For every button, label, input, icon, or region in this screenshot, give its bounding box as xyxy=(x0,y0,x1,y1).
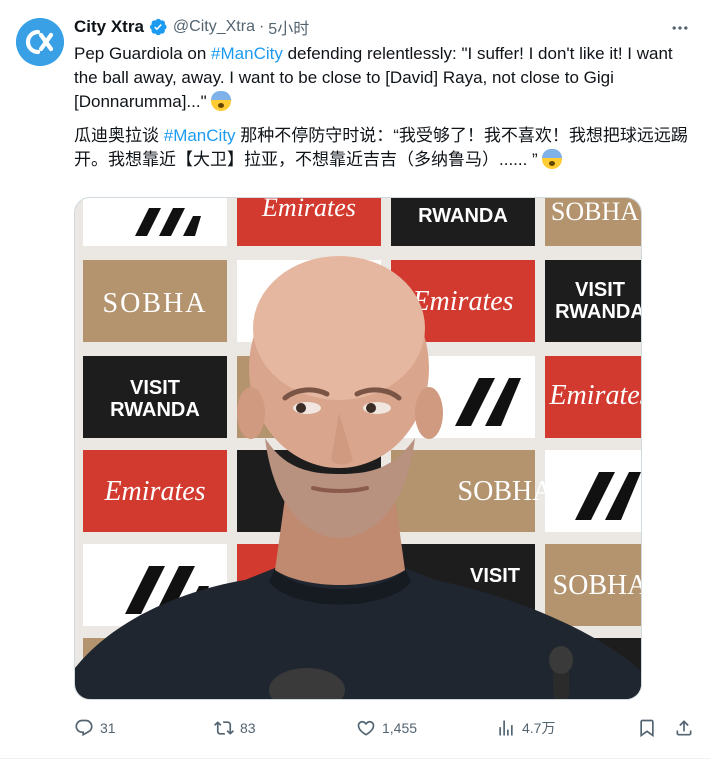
backdrop-label: RWANDA xyxy=(418,205,508,227)
backdrop-label: VISIT xyxy=(130,377,180,399)
retweet-icon xyxy=(214,721,234,735)
tweet-card[interactable]: City Xtra @City_Xtra · 5小时 Pep Guardiola… xyxy=(0,0,710,759)
views-button[interactable]: 4.7万 xyxy=(496,713,555,743)
city-xtra-logo-icon xyxy=(16,18,64,66)
like-button[interactable]: 1,455 xyxy=(356,713,417,743)
backdrop-label: SOBHA xyxy=(553,570,642,601)
bookmark-icon xyxy=(640,719,654,738)
tweet-actions-bar: 31 83 1,455 4.7万 xyxy=(74,713,698,743)
reply-count: 31 xyxy=(100,720,116,736)
backdrop-label: Emirates xyxy=(103,476,205,507)
share-button[interactable] xyxy=(674,713,694,743)
author-handle[interactable]: @City_Xtra xyxy=(173,18,255,36)
tweet-photo[interactable]: Emirates RWANDA SOBHA SOBHA Emirates VIS… xyxy=(74,197,642,700)
author-name[interactable]: City Xtra xyxy=(74,17,144,37)
tweet-text-segment: Pep Guardiola on xyxy=(74,44,212,63)
backdrop-label: Emirates xyxy=(411,286,513,317)
hashtag-link[interactable]: #ManCity xyxy=(211,44,283,63)
like-count: 1,455 xyxy=(382,720,418,736)
backdrop-label: VISIT xyxy=(575,279,625,301)
press-conference-photo: Emirates RWANDA SOBHA SOBHA Emirates VIS… xyxy=(75,198,642,699)
views-count: 4.7万 xyxy=(522,720,556,736)
backdrop-label: RWANDA xyxy=(110,399,200,421)
retweet-button[interactable]: 83 xyxy=(214,713,256,743)
share-icon xyxy=(676,720,692,736)
heart-icon xyxy=(357,720,375,736)
backdrop-label: RWANDA xyxy=(555,301,642,323)
backdrop-label: VISIT xyxy=(470,565,520,587)
backdrop-label: SOBHA xyxy=(458,476,554,507)
anxious-face-emoji-icon xyxy=(541,149,562,169)
more-options-icon[interactable] xyxy=(668,16,692,40)
bookmark-button[interactable] xyxy=(637,713,657,743)
backdrop-label: SOBHA xyxy=(103,288,208,319)
retweet-count: 83 xyxy=(240,720,256,736)
backdrop-label: SOBHA xyxy=(551,198,639,226)
tweet-header: City Xtra @City_Xtra · 5小时 xyxy=(74,14,694,40)
tweet-text-english: Pep Guardiola on #ManCity defending rele… xyxy=(74,42,694,114)
backdrop-label: Emirates xyxy=(548,380,642,411)
avatar[interactable] xyxy=(16,18,64,66)
separator-dot: · xyxy=(258,18,265,35)
reply-button[interactable]: 31 xyxy=(74,713,116,743)
tweet-text-chinese: 瓜迪奥拉谈 #ManCity 那种不停防守时说：“我受够了！我不喜欢！我想把球远… xyxy=(74,124,694,172)
anxious-face-emoji-icon xyxy=(210,91,231,111)
hashtag-link[interactable]: #ManCity xyxy=(164,126,236,145)
backdrop-label: Emirates xyxy=(261,198,356,222)
verified-badge-icon xyxy=(148,17,168,37)
analytics-bars-icon xyxy=(499,720,513,736)
tweet-timestamp[interactable]: 5小时 xyxy=(268,15,309,39)
reply-icon xyxy=(75,719,93,737)
tweet-text-segment: 瓜迪奥拉谈 xyxy=(74,126,164,145)
